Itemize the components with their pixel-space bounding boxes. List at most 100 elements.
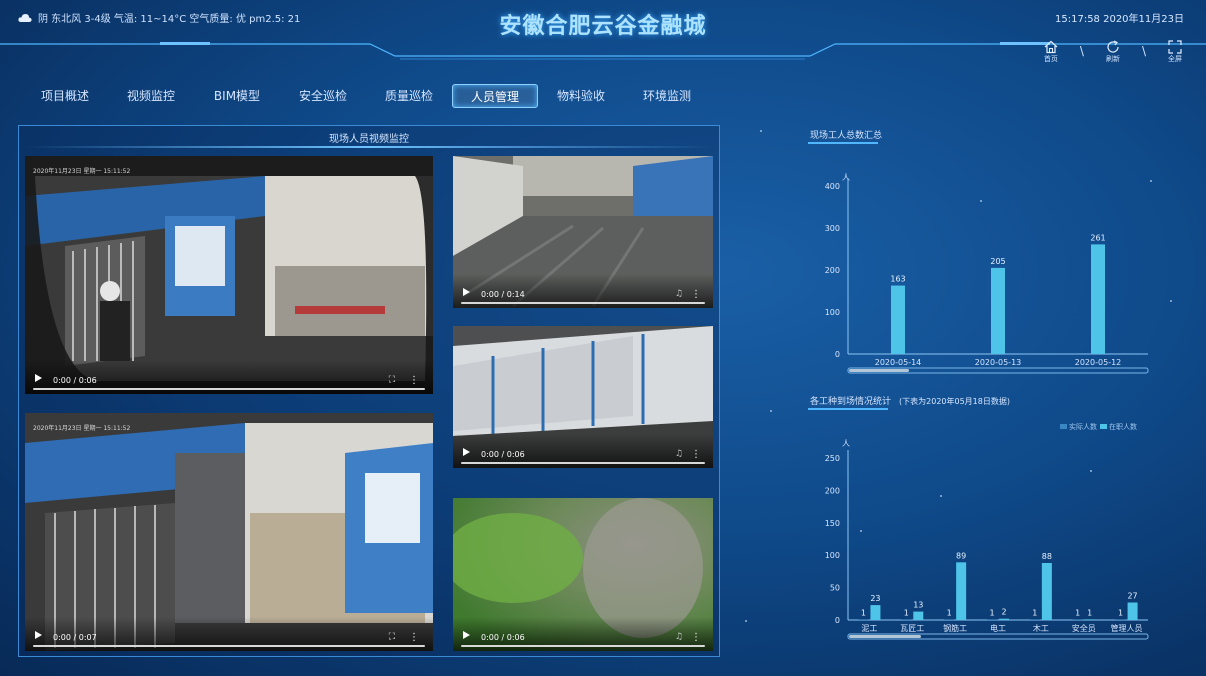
video-player[interactable]: 0:00 / 0:06 ♫ ⋮ — [453, 498, 713, 651]
video-panel-title: 现场人员视频监控 — [329, 134, 409, 145]
volume-icon[interactable]: ♫ — [675, 289, 683, 299]
header-actions: 首页 \ 刷新 \ 全屏 — [1040, 40, 1186, 64]
bar — [1072, 619, 1083, 620]
bar — [944, 619, 955, 620]
more-options-icon[interactable]: ⋮ — [691, 632, 701, 643]
bar — [1041, 562, 1052, 620]
video-controls: 0:00 / 0:07 ⛶ ⋮ — [25, 617, 433, 651]
video-progress-bar[interactable] — [33, 388, 425, 390]
page-title: 安徽合肥云谷金融城 — [499, 14, 707, 39]
fullscreen-icon — [1168, 40, 1182, 54]
y-tick-label: 200 — [825, 486, 840, 495]
refresh-icon — [1107, 40, 1119, 53]
y-tick-label: 200 — [825, 266, 840, 275]
video-controls: 0:00 / 0:14 ♫ ⋮ — [453, 274, 713, 308]
video-player[interactable]: 0:00 / 0:06 ♫ ⋮ — [453, 326, 713, 468]
scroll-thumb — [849, 635, 921, 638]
play-icon[interactable] — [463, 288, 470, 296]
y-axis-unit: 人 — [842, 439, 850, 448]
video-timestamp: 2020年11月23日 星期一 15:11:52 — [33, 425, 131, 432]
header: 阴 东北风 3-4级 气温: 11~14°C 空气质量: 优 pm2.5: 21… — [0, 0, 1206, 40]
bar — [913, 611, 924, 620]
bar-value-label: 1 — [1087, 608, 1092, 617]
bar — [1084, 619, 1095, 620]
play-icon[interactable] — [35, 631, 42, 639]
tab-environment-monitor[interactable]: 环境监测 — [624, 84, 710, 108]
header-decoration — [0, 42, 1206, 60]
separator: \ — [1141, 44, 1146, 58]
chart-title-underline — [808, 408, 888, 410]
bar-value-label: 1 — [989, 608, 994, 617]
bar — [991, 267, 1005, 354]
bar-value-label: 1 — [904, 608, 909, 617]
star — [760, 130, 762, 132]
video-time: 0:00 / 0:06 — [481, 450, 525, 459]
video-progress-bar[interactable] — [461, 645, 705, 647]
more-options-icon[interactable]: ⋮ — [409, 632, 419, 643]
bar-value-label: 163 — [890, 275, 905, 284]
refresh-label: 刷新 — [1105, 55, 1120, 63]
clock: 15:17:58 2020年11月23日 — [1055, 14, 1184, 25]
bar-value-label: 13 — [913, 601, 923, 610]
volume-icon[interactable]: ♫ — [675, 632, 683, 642]
video-player[interactable]: 2020年11月23日 星期一 15:11:52 0:00 / 0:07 ⛶ ⋮ — [25, 413, 433, 651]
fullscreen-video-icon[interactable]: ⛶ — [389, 375, 395, 385]
volume-icon[interactable]: ♫ — [675, 449, 683, 459]
y-tick-label: 100 — [825, 308, 840, 317]
scroll-thumb — [849, 369, 909, 372]
more-options-icon[interactable]: ⋮ — [691, 289, 701, 300]
video-time: 0:00 / 0:14 — [481, 290, 525, 299]
bar-value-label: 1 — [1032, 608, 1037, 617]
tab-safety-inspection[interactable]: 安全巡检 — [280, 84, 366, 108]
video-controls: 0:00 / 0:06 ♫ ⋮ — [453, 617, 713, 651]
bar-value-label: 1 — [947, 608, 952, 617]
home-button[interactable]: 首页 — [1040, 40, 1062, 64]
bar — [987, 619, 997, 620]
video-progress-bar[interactable] — [33, 645, 425, 647]
bar-value-label: 88 — [1042, 552, 1052, 561]
video-progress-bar[interactable] — [461, 462, 705, 464]
refresh-button[interactable]: 刷新 — [1102, 40, 1124, 64]
bar — [999, 618, 1009, 620]
fullscreen-video-icon[interactable]: ⛶ — [389, 632, 395, 642]
video-player[interactable]: 0:00 / 0:14 ♫ ⋮ — [453, 156, 713, 308]
bar-value-label: 1 — [1118, 608, 1123, 617]
play-icon[interactable] — [463, 448, 470, 456]
bar-value-label: 205 — [990, 257, 1005, 266]
chart-svg: 人 0 100 200 300 400 163 2020-05-14 205 2020-05-13… — [825, 173, 1149, 374]
tab-material-acceptance[interactable]: 物料验收 — [538, 84, 624, 108]
video-progress-bar[interactable] — [461, 302, 705, 304]
y-axis-unit: 人 — [842, 173, 850, 182]
star — [770, 410, 772, 412]
bar — [901, 619, 912, 620]
tab-quality-inspection[interactable]: 质量巡检 — [366, 84, 452, 108]
tab-video-monitor[interactable]: 视频监控 — [108, 84, 194, 108]
chart-title: 现场工人总数汇总 — [810, 131, 883, 141]
chart-note: (下表为2020年05月18日数据) — [899, 397, 1010, 406]
fullscreen-button[interactable]: 全屏 — [1164, 40, 1186, 64]
fullscreen-label: 全屏 — [1168, 55, 1182, 63]
worker-total-chart: 现场工人总数汇总 人 0 100 200 300 400 163 2020-05-14 205 2… — [808, 126, 1158, 378]
x-tick-label: 2020-05-13 — [975, 358, 1022, 367]
home-label: 首页 — [1043, 55, 1058, 63]
video-time: 0:00 / 0:06 — [53, 376, 97, 385]
more-options-icon[interactable]: ⋮ — [409, 375, 419, 386]
bar — [956, 562, 967, 620]
play-icon[interactable] — [35, 374, 42, 382]
tab-bim-model[interactable]: BIM模型 — [194, 84, 280, 108]
bar-value-label: 89 — [956, 551, 966, 560]
y-tick-label: 0 — [835, 616, 840, 625]
play-icon[interactable] — [463, 631, 470, 639]
y-tick-label: 50 — [830, 584, 840, 593]
x-tick-label: 2020-05-14 — [875, 358, 922, 367]
video-player[interactable]: 2020年11月23日 星期一 15:11:52 0:00 / 0:06 ⛶ ⋮ — [25, 156, 433, 394]
more-options-icon[interactable]: ⋮ — [691, 449, 701, 460]
chart-title-underline — [808, 142, 878, 144]
worker-type-chart: 各工种到场情况统计 (下表为2020年05月18日数据) 实际人数 在职人数人 0 50… — [808, 392, 1158, 652]
video-frame — [25, 413, 433, 651]
tab-project-overview[interactable]: 项目概述 — [22, 84, 108, 108]
tab-personnel-management[interactable]: 人员管理 — [452, 84, 538, 108]
x-tick-label: 钢筋工 — [943, 623, 967, 633]
x-tick-label: 泥工 — [861, 624, 877, 633]
video-monitor-panel: 现场人员视频监控 2020年11月23日 星期一 15:11:52 0:00 /… — [18, 125, 720, 657]
